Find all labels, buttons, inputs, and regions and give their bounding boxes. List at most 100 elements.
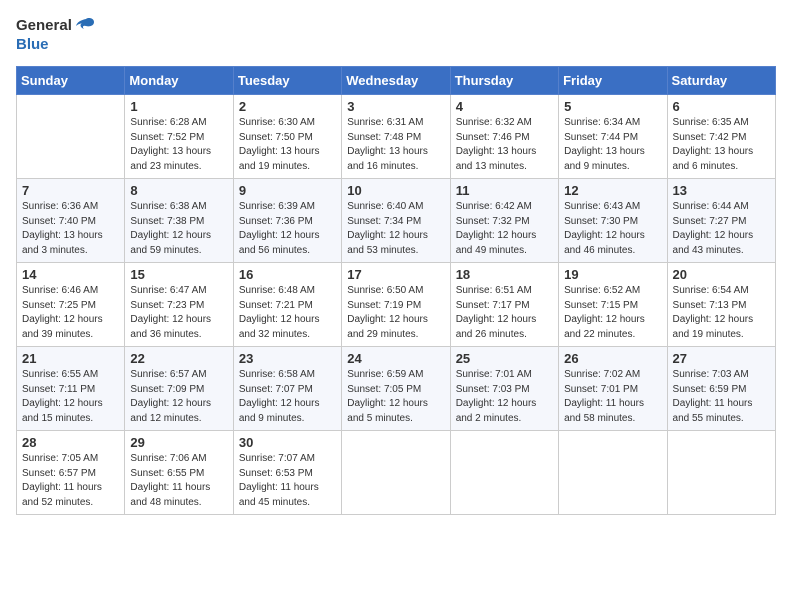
- day-detail: Sunrise: 6:47 AM Sunset: 7:23 PM Dayligh…: [130, 284, 227, 342]
- weekday-header-monday: Monday: [125, 67, 233, 95]
- day-number: 5: [564, 99, 661, 114]
- day-detail: Sunrise: 6:30 AM Sunset: 7:50 PM Dayligh…: [239, 116, 336, 174]
- calendar-cell: 11Sunrise: 6:42 AM Sunset: 7:32 PM Dayli…: [450, 179, 558, 263]
- calendar-cell: 16 Sunrise: 6:48 AM Sunset: 7:21 PM Dayli…: [233, 263, 341, 347]
- calendar-cell: 22 Sunrise: 6:57 AM Sunset: 7:09 PM Dayli…: [125, 347, 233, 431]
- calendar-week-1: 1 Sunrise: 6:28 AM Sunset: 7:52 PM Daylig…: [17, 95, 776, 179]
- day-detail: Sunrise: 6:50 AM Sunset: 7:19 PM Dayligh…: [347, 284, 444, 342]
- day-number: 23: [239, 351, 336, 366]
- calendar-cell: 13 Sunrise: 6:44 AM Sunset: 7:27 PM Dayli…: [667, 179, 775, 263]
- day-detail: Sunrise: 6:36 AM Sunset: 7:40 PM Dayligh…: [22, 200, 119, 258]
- calendar-week-3: 14Sunrise: 6:46 AM Sunset: 7:25 PM Dayli…: [17, 263, 776, 347]
- day-detail: Sunrise: 7:02 AM Sunset: 7:01 PM Dayligh…: [564, 368, 661, 426]
- day-number: 10: [347, 183, 444, 198]
- day-number: 6: [673, 99, 770, 114]
- day-number: 27: [673, 351, 770, 366]
- calendar-cell: 5 Sunrise: 6:34 AM Sunset: 7:44 PM Daylig…: [559, 95, 667, 179]
- calendar-week-4: 21 Sunrise: 6:55 AM Sunset: 7:11 PM Dayli…: [17, 347, 776, 431]
- calendar-cell: 30Sunrise: 7:07 AM Sunset: 6:53 PM Dayli…: [233, 431, 341, 515]
- calendar-cell: 28 Sunrise: 7:05 AM Sunset: 6:57 PM Dayli…: [17, 431, 125, 515]
- calendar-cell: 25 Sunrise: 7:01 AM Sunset: 7:03 PM Dayli…: [450, 347, 558, 431]
- day-number: 1: [130, 99, 227, 114]
- day-number: 9: [239, 183, 336, 198]
- weekday-header-wednesday: Wednesday: [342, 67, 450, 95]
- calendar-cell: 15 Sunrise: 6:47 AM Sunset: 7:23 PM Dayli…: [125, 263, 233, 347]
- day-detail: Sunrise: 6:57 AM Sunset: 7:09 PM Dayligh…: [130, 368, 227, 426]
- day-detail: Sunrise: 6:28 AM Sunset: 7:52 PM Dayligh…: [130, 116, 227, 174]
- day-number: 7: [22, 183, 119, 198]
- calendar-cell: 19Sunrise: 6:52 AM Sunset: 7:15 PM Dayli…: [559, 263, 667, 347]
- day-detail: Sunrise: 6:55 AM Sunset: 7:11 PM Dayligh…: [22, 368, 119, 426]
- day-number: 30: [239, 435, 336, 450]
- day-detail: Sunrise: 6:58 AM Sunset: 7:07 PM Dayligh…: [239, 368, 336, 426]
- calendar-cell: 26 Sunrise: 7:02 AM Sunset: 7:01 PM Dayli…: [559, 347, 667, 431]
- day-number: 18: [456, 267, 553, 282]
- weekday-header-thursday: Thursday: [450, 67, 558, 95]
- calendar-cell: 1 Sunrise: 6:28 AM Sunset: 7:52 PM Daylig…: [125, 95, 233, 179]
- day-detail: Sunrise: 7:03 AM Sunset: 6:59 PM Dayligh…: [673, 368, 770, 426]
- day-detail: Sunrise: 6:32 AM Sunset: 7:46 PM Dayligh…: [456, 116, 553, 174]
- day-number: 26: [564, 351, 661, 366]
- day-detail: Sunrise: 6:48 AM Sunset: 7:21 PM Dayligh…: [239, 284, 336, 342]
- logo-bird-icon: [74, 17, 96, 35]
- day-number: 8: [130, 183, 227, 198]
- day-number: 28: [22, 435, 119, 450]
- day-number: 17: [347, 267, 444, 282]
- day-detail: Sunrise: 7:05 AM Sunset: 6:57 PM Dayligh…: [22, 452, 119, 510]
- day-detail: Sunrise: 6:43 AM Sunset: 7:30 PM Dayligh…: [564, 200, 661, 258]
- calendar-cell: [342, 431, 450, 515]
- calendar-cell: 7 Sunrise: 6:36 AM Sunset: 7:40 PM Daylig…: [17, 179, 125, 263]
- calendar-cell: 2 Sunrise: 6:30 AM Sunset: 7:50 PM Daylig…: [233, 95, 341, 179]
- calendar-cell: 3 Sunrise: 6:31 AM Sunset: 7:48 PM Daylig…: [342, 95, 450, 179]
- day-number: 20: [673, 267, 770, 282]
- day-number: 29: [130, 435, 227, 450]
- day-number: 21: [22, 351, 119, 366]
- calendar-cell: 12 Sunrise: 6:43 AM Sunset: 7:30 PM Dayli…: [559, 179, 667, 263]
- day-detail: Sunrise: 7:01 AM Sunset: 7:03 PM Dayligh…: [456, 368, 553, 426]
- day-detail: Sunrise: 6:40 AM Sunset: 7:34 PM Dayligh…: [347, 200, 444, 258]
- day-number: 12: [564, 183, 661, 198]
- day-number: 22: [130, 351, 227, 366]
- calendar-cell: 29 Sunrise: 7:06 AM Sunset: 6:55 PM Dayli…: [125, 431, 233, 515]
- day-detail: Sunrise: 7:06 AM Sunset: 6:55 PM Dayligh…: [130, 452, 227, 510]
- day-number: 19: [564, 267, 661, 282]
- calendar-cell: 14Sunrise: 6:46 AM Sunset: 7:25 PM Dayli…: [17, 263, 125, 347]
- day-number: 13: [673, 183, 770, 198]
- calendar-cell: 23 Sunrise: 6:58 AM Sunset: 7:07 PM Dayli…: [233, 347, 341, 431]
- day-number: 16: [239, 267, 336, 282]
- calendar-cell: [667, 431, 775, 515]
- day-number: 2: [239, 99, 336, 114]
- day-number: 15: [130, 267, 227, 282]
- calendar-cell: 20Sunrise: 6:54 AM Sunset: 7:13 PM Dayli…: [667, 263, 775, 347]
- weekday-header-saturday: Saturday: [667, 67, 775, 95]
- day-detail: Sunrise: 6:59 AM Sunset: 7:05 PM Dayligh…: [347, 368, 444, 426]
- day-detail: Sunrise: 6:34 AM Sunset: 7:44 PM Dayligh…: [564, 116, 661, 174]
- calendar-table: SundayMondayTuesdayWednesdayThursdayFrid…: [16, 66, 776, 515]
- calendar-cell: 17 Sunrise: 6:50 AM Sunset: 7:19 PM Dayli…: [342, 263, 450, 347]
- day-detail: Sunrise: 6:51 AM Sunset: 7:17 PM Dayligh…: [456, 284, 553, 342]
- calendar-cell: 24Sunrise: 6:59 AM Sunset: 7:05 PM Dayli…: [342, 347, 450, 431]
- calendar-cell: 27 Sunrise: 7:03 AM Sunset: 6:59 PM Dayli…: [667, 347, 775, 431]
- day-detail: Sunrise: 6:35 AM Sunset: 7:42 PM Dayligh…: [673, 116, 770, 174]
- calendar-cell: [450, 431, 558, 515]
- logo-blue: Blue: [16, 36, 49, 53]
- page-header: General Blue: [16, 16, 776, 54]
- calendar-cell: 18 Sunrise: 6:51 AM Sunset: 7:17 PM Dayli…: [450, 263, 558, 347]
- calendar-cell: 9 Sunrise: 6:39 AM Sunset: 7:36 PM Daylig…: [233, 179, 341, 263]
- calendar-week-5: 28 Sunrise: 7:05 AM Sunset: 6:57 PM Dayli…: [17, 431, 776, 515]
- day-detail: Sunrise: 6:39 AM Sunset: 7:36 PM Dayligh…: [239, 200, 336, 258]
- weekday-header-tuesday: Tuesday: [233, 67, 341, 95]
- day-detail: Sunrise: 6:46 AM Sunset: 7:25 PM Dayligh…: [22, 284, 119, 342]
- day-number: 3: [347, 99, 444, 114]
- day-number: 25: [456, 351, 553, 366]
- weekday-header-sunday: Sunday: [17, 67, 125, 95]
- calendar-cell: 6 Sunrise: 6:35 AM Sunset: 7:42 PM Daylig…: [667, 95, 775, 179]
- day-number: 11: [456, 183, 553, 198]
- calendar-cell: 4Sunrise: 6:32 AM Sunset: 7:46 PM Daylig…: [450, 95, 558, 179]
- day-detail: Sunrise: 6:31 AM Sunset: 7:48 PM Dayligh…: [347, 116, 444, 174]
- logo: General Blue: [16, 16, 96, 54]
- day-detail: Sunrise: 6:44 AM Sunset: 7:27 PM Dayligh…: [673, 200, 770, 258]
- calendar-cell: [17, 95, 125, 179]
- weekday-header-friday: Friday: [559, 67, 667, 95]
- logo-general: General: [16, 17, 72, 34]
